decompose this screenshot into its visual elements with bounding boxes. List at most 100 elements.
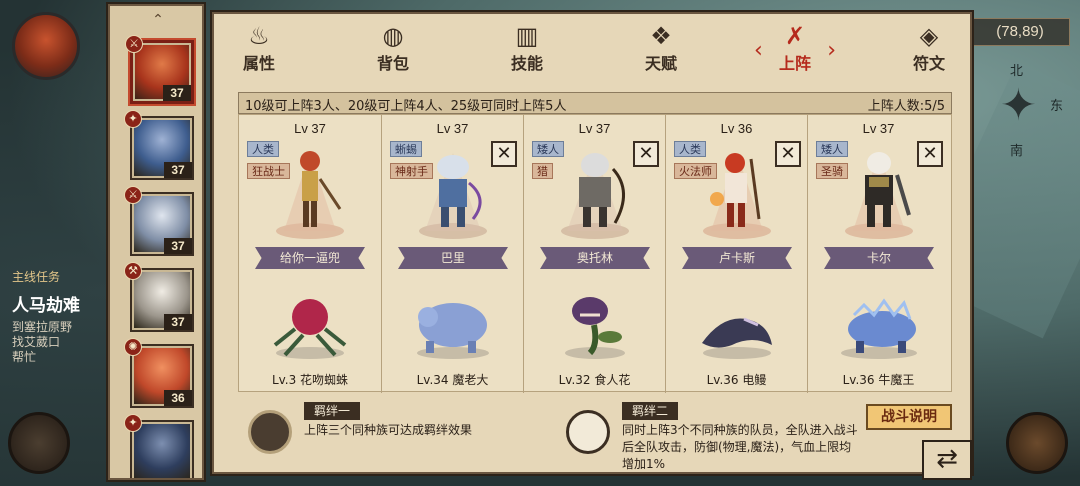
hero-level: 37 [164, 314, 192, 330]
battle-info-button[interactable]: 战斗说明 [866, 404, 952, 430]
player-avatar[interactable] [12, 12, 80, 80]
chat-button[interactable] [8, 412, 70, 474]
hero-level: 37 [164, 162, 192, 178]
tab-attributes[interactable]: ♨ 属性 [214, 20, 304, 76]
bag-icon: ◍ [382, 22, 404, 50]
hero-card[interactable]: ⚒ 37 [124, 262, 194, 332]
bond-description: 同时上阵3个不同种族的队员，全队进入战斗后全队攻击，防御(物理,魔法)，气血上限… [622, 423, 858, 471]
race-tag: 蜥蜴 [390, 141, 422, 157]
quest-line: 帮忙 [12, 350, 37, 364]
quest-name: 人马劫难 [12, 296, 80, 316]
talent-icon: ❖ [650, 22, 672, 50]
remove-hero-button[interactable]: ✕ [491, 141, 517, 167]
remove-hero-button[interactable]: ✕ [917, 141, 943, 167]
class-badge-icon: ✦ [124, 414, 142, 432]
pet-figure [692, 285, 782, 363]
tab-bag[interactable]: ◍ 背包 [348, 20, 438, 76]
hero-panel: ♨ 属性 ◍ 背包 ▥ 技能 ❖ 天赋 ‹ ✗ 上阵 › ◈ 符文 10级可上阵… [212, 12, 972, 474]
panel-tabs: ♨ 属性 ◍ 背包 ▥ 技能 ❖ 天赋 ‹ ✗ 上阵 › ◈ 符文 [214, 20, 974, 76]
hero-name-ribbon: 卡尔 [824, 247, 934, 269]
crossed-swords-icon: ✗ [784, 22, 806, 50]
class-badge-icon: ⚔ [124, 186, 142, 204]
bond-emblem-icon [248, 410, 292, 454]
house-button[interactable] [1006, 412, 1068, 474]
hero-figure [270, 139, 350, 239]
pet-label: Lv.34 魔老大 [416, 373, 489, 387]
tab-label: 背包 [376, 54, 409, 73]
bond-tag: 羁绊二 [622, 402, 679, 420]
hero-name-ribbon: 卢卡斯 [682, 247, 792, 269]
bond-two: 羁绊二 同时上阵3个不同种族的队员，全队进入战斗后全队攻击，防御(物理,魔法)，… [566, 402, 862, 471]
class-badge-icon: ⚒ [124, 262, 142, 280]
hero-level: 37 [163, 85, 191, 101]
hero-figure [839, 139, 919, 239]
hero-card[interactable]: ⚔ 37 [125, 35, 194, 104]
rune-icon: ◈ [919, 22, 939, 50]
hero-card[interactable]: ⚔ 37 [124, 186, 194, 256]
remove-hero-button[interactable]: ✕ [633, 141, 659, 167]
lineup-slot[interactable]: Lv 37 人类 狂战士 给你一逼兜 Lv.3 花吻蜘蛛 [239, 115, 381, 393]
lineup-slot[interactable]: Lv 37 矮人 圣骑 ✕ 卡尔 Lv.36 牛魔王 [807, 115, 949, 393]
back-button[interactable]: ⇄ [922, 440, 972, 480]
tab-label: 天赋 [644, 54, 677, 73]
hero-level-title: Lv 37 [294, 121, 326, 136]
hero-card[interactable]: ✦ [124, 414, 194, 478]
pet-figure [550, 285, 640, 363]
tab-label: 技能 [510, 54, 543, 73]
hero-level-title: Lv 36 [720, 121, 753, 136]
hero-portrait [134, 424, 190, 478]
class-badge-icon: ⚔ [125, 35, 143, 53]
compass-east: 东 [1050, 99, 1064, 114]
class-tag: 神射手 [390, 163, 433, 179]
quest-line: 到塞拉原野 [12, 320, 73, 334]
hero-level-title: Lv 37 [862, 121, 895, 136]
hero-card[interactable]: ✦ 37 [124, 110, 194, 180]
lineup-slot[interactable]: Lv 36 人类 火法师 ✕ 卢卡斯 Lv.36 电鳗 [665, 115, 807, 393]
lineup-info-bar: 10级可上阵3人、20级可上阵4人、25级可同时上阵5人 上阵人数:5/5 [238, 92, 952, 114]
bond-one: 羁绊一 上阵三个同种族可达成羁绊效果 [248, 402, 548, 468]
pet-figure [408, 285, 498, 363]
compass-north: 北 [1010, 64, 1024, 79]
class-tag: 圣骑 [816, 163, 848, 179]
hero-list[interactable]: ⌃ ⚔ 37 ✦ 37 ⚔ 37 ⚒ 37 ✺ 36 ✦ [108, 4, 204, 480]
class-tag: 狂战士 [247, 163, 290, 179]
lineup-rule-text: 10级可上阵3人、20级可上阵4人、25级可同时上阵5人 [245, 99, 567, 114]
hero-figure [413, 139, 493, 239]
hero-figure [697, 139, 777, 239]
lineup-slot[interactable]: Lv 37 蜥蜴 神射手 ✕ 巴里 Lv.34 魔老大 [381, 115, 523, 393]
flame-icon: ♨ [248, 22, 270, 50]
compass: ✦ 北 东 南 [990, 60, 1080, 160]
quest-tracker[interactable]: 主线任务 人马劫难 到塞拉原野 找艾葳口 帮忙 [12, 268, 112, 364]
class-tag: 火法师 [674, 163, 717, 179]
tab-skills[interactable]: ▥ 技能 [482, 20, 572, 76]
tab-lineup[interactable]: ‹ ✗ 上阵 › [750, 20, 840, 76]
class-badge-icon: ✺ [124, 338, 142, 356]
map-coordinates: (78,89) [970, 18, 1070, 46]
pet-label: Lv.36 电鳗 [706, 373, 767, 387]
bond-emblem-icon [566, 410, 610, 454]
hero-level-title: Lv 37 [578, 121, 611, 136]
hero-level-title: Lv 37 [436, 121, 469, 136]
bond-tag: 羁绊一 [304, 402, 361, 420]
race-tag: 矮人 [532, 141, 564, 157]
tab-bracket-right-icon: › [827, 38, 836, 63]
hero-name-ribbon: 巴里 [398, 247, 508, 269]
compass-south: 南 [1010, 144, 1024, 159]
pet-label: Lv.32 食人花 [558, 373, 631, 387]
tab-talent[interactable]: ❖ 天赋 [616, 20, 706, 76]
hero-name-ribbon: 给你一逼兜 [255, 247, 365, 269]
bond-description: 上阵三个同种族可达成羁绊效果 [304, 423, 473, 437]
lineup-slot[interactable]: Lv 37 矮人 猎 ✕ 奥托林 Lv.32 食人花 [523, 115, 665, 393]
pet-label: Lv.3 花吻蜘蛛 [271, 373, 349, 387]
tab-label: 属性 [242, 54, 275, 73]
hero-level: 37 [164, 238, 192, 254]
hero-card[interactable]: ✺ 36 [124, 338, 194, 408]
pet-label: Lv.36 牛魔王 [842, 373, 915, 387]
tab-runes[interactable]: ◈ 符文 [884, 20, 974, 76]
class-tag: 猎 [532, 163, 553, 179]
remove-hero-button[interactable]: ✕ [775, 141, 801, 167]
lineup-count: 上阵人数:5/5 [867, 99, 945, 114]
quest-line: 找艾葳口 [12, 335, 61, 349]
scroll-up-icon[interactable]: ⌃ [148, 13, 168, 27]
race-tag: 矮人 [816, 141, 848, 157]
